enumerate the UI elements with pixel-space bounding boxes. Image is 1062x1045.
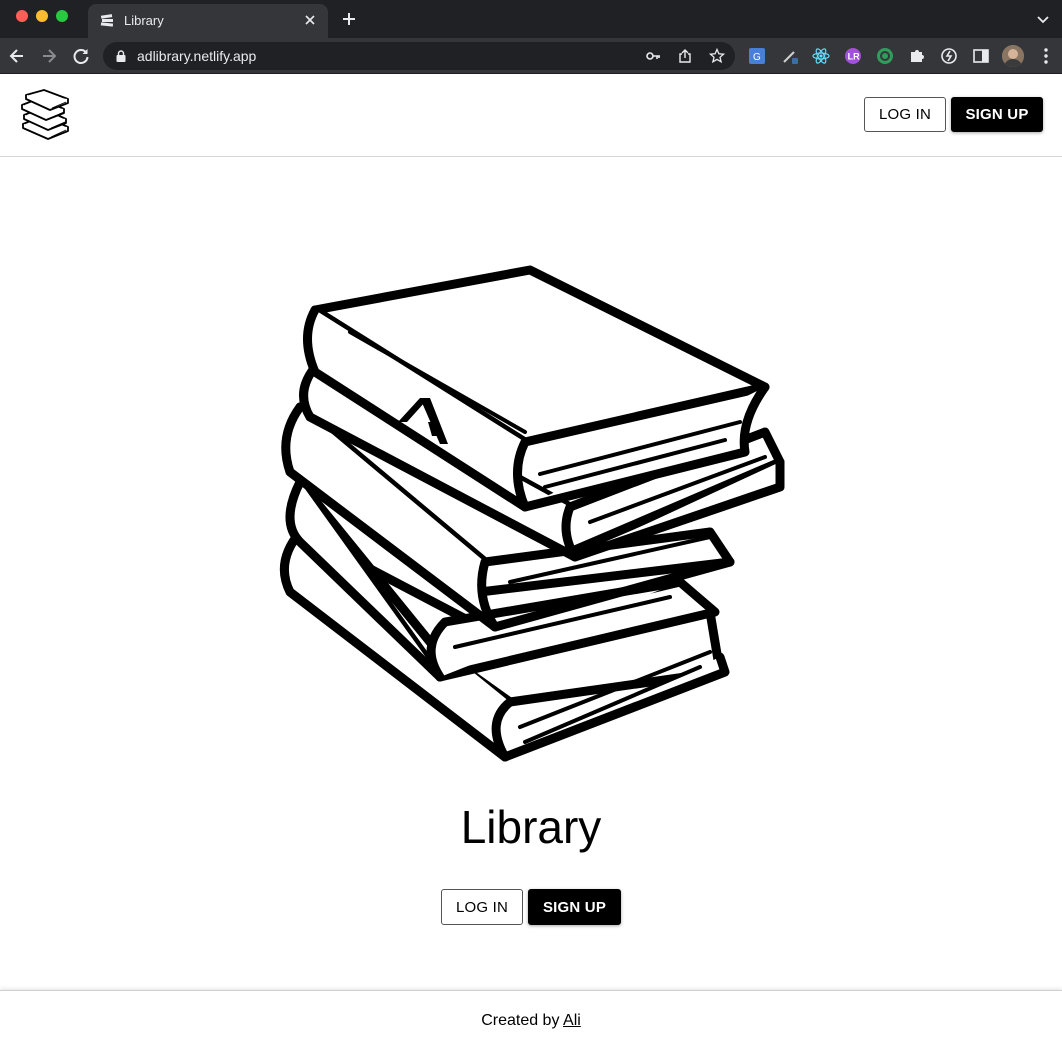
hero-signup-button[interactable]: SIGN UP — [528, 889, 621, 925]
target-icon[interactable] — [876, 47, 894, 65]
browser-tab[interactable]: Library — [88, 4, 328, 38]
react-icon[interactable] — [812, 47, 830, 65]
person-icon — [1002, 45, 1024, 67]
book-stack-illustration — [279, 265, 785, 762]
header-signup-button[interactable]: SIGN UP — [951, 97, 1043, 132]
reload-icon[interactable] — [71, 46, 91, 66]
author-link[interactable]: Ali — [563, 1012, 581, 1029]
translate-icon[interactable]: G — [748, 47, 766, 65]
page-title: Library — [460, 801, 602, 853]
share-icon[interactable] — [677, 48, 693, 64]
pen-icon[interactable] — [781, 47, 799, 65]
site-header: LOG IN SIGN UP — [0, 75, 1062, 157]
puzzle-icon[interactable] — [908, 47, 926, 65]
svg-text:G: G — [753, 52, 761, 63]
sidepanel-icon[interactable] — [972, 47, 990, 65]
lr-icon[interactable]: LR — [844, 47, 862, 65]
plus-icon[interactable] — [340, 10, 358, 28]
back-arrow-icon[interactable] — [7, 46, 27, 66]
tab-title: Library — [124, 13, 164, 28]
lock-icon — [116, 50, 126, 62]
forward-arrow-icon[interactable] — [39, 46, 59, 66]
book-stack-icon — [100, 14, 114, 27]
footer-prefix: Created by — [481, 1012, 564, 1029]
address-bar[interactable]: adlibrary.netlify.app — [103, 42, 735, 70]
footer-credit: Created by Ali — [0, 1012, 1062, 1030]
window-close-button[interactable] — [16, 10, 28, 22]
key-icon[interactable] — [645, 48, 661, 64]
star-icon[interactable] — [709, 48, 725, 64]
url-text: adlibrary.netlify.app — [137, 48, 257, 64]
book-stack-icon[interactable] — [18, 89, 70, 141]
sync-icon[interactable] — [940, 47, 958, 65]
browser-toolbar: adlibrary.netlify.app G LR — [0, 38, 1062, 74]
hero-login-button[interactable]: LOG IN — [441, 889, 523, 925]
browser-tab-bar: Library — [0, 0, 1062, 38]
more-menu-icon[interactable] — [1038, 47, 1054, 65]
site-footer: Created by Ali — [0, 990, 1062, 1045]
close-icon[interactable] — [302, 12, 318, 28]
svg-text:LR: LR — [848, 52, 860, 62]
profile-avatar[interactable] — [1002, 45, 1024, 67]
window-zoom-button[interactable] — [56, 10, 68, 22]
window-minimize-button[interactable] — [36, 10, 48, 22]
chevron-down-icon[interactable] — [1036, 12, 1050, 26]
header-login-button[interactable]: LOG IN — [864, 97, 946, 132]
